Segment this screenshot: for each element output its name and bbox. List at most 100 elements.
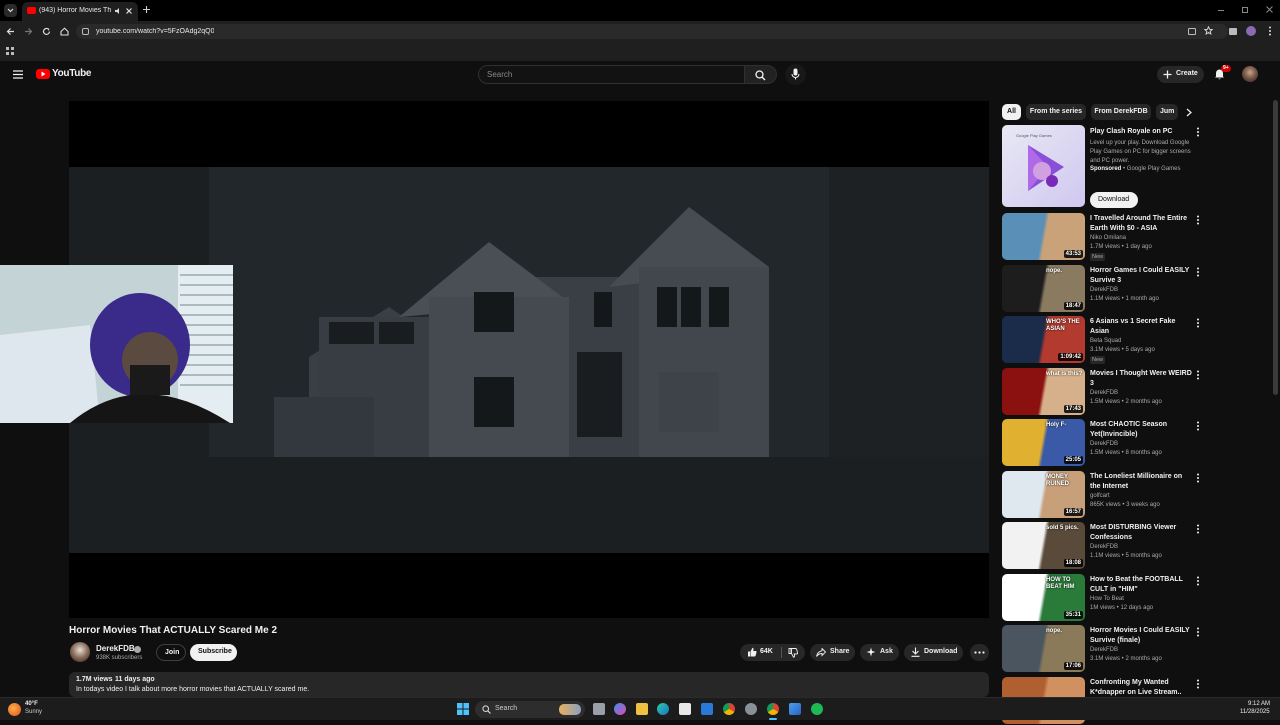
spotify-icon[interactable] xyxy=(811,703,823,715)
notifications-button[interactable]: 9+ xyxy=(1214,65,1231,81)
recommendation-channel[interactable]: golfcart xyxy=(1090,493,1110,499)
copilot-icon[interactable] xyxy=(614,703,626,715)
start-windows-icon[interactable] xyxy=(457,703,469,715)
back-icon[interactable] xyxy=(6,27,15,36)
browser-tab-active[interactable]: (943) Horror Movies That A xyxy=(22,2,138,21)
recommendation-title[interactable]: Horror Movies I Could EASILY Survive (fi… xyxy=(1090,626,1194,646)
chips-next-arrow-icon[interactable] xyxy=(1186,108,1192,117)
mail-icon[interactable] xyxy=(701,703,713,715)
recommendation-title[interactable]: Most CHAOTIC Season Yet(Invincible) xyxy=(1090,420,1194,440)
subscribe-button[interactable]: Subscribe xyxy=(190,644,237,661)
recommendation-channel[interactable]: DerekFDB xyxy=(1090,647,1118,653)
recommendation-channel[interactable]: DerekFDB xyxy=(1090,390,1118,396)
url-text[interactable]: youtube.com/watch?v=5FzOAdg2qQ0 xyxy=(96,28,214,35)
recommendation-thumbnail[interactable]: sold 5 pics. 18:08 xyxy=(1002,522,1085,569)
recommendation-title[interactable]: I Travelled Around The Entire Earth With… xyxy=(1090,214,1194,234)
recommendation-thumbnail[interactable]: what is this? 17:43 xyxy=(1002,368,1085,415)
create-button[interactable]: Create xyxy=(1157,66,1204,83)
more-actions-button[interactable] xyxy=(970,644,989,661)
forward-icon[interactable] xyxy=(24,27,33,36)
recommendation-item[interactable]: WHO'S THE ASIAN 1:09:42 6 Asians vs 1 Secr… xyxy=(1002,316,1202,364)
recommendation-channel[interactable]: DerekFDB xyxy=(1090,287,1118,293)
recommendation-item[interactable]: sold 5 pics. 18:08 Most DISTURBING Viewer … xyxy=(1002,522,1202,570)
channel-name[interactable]: DerekFDB xyxy=(96,644,135,653)
weather-temp[interactable]: 40°F xyxy=(25,701,38,707)
recommendation-item[interactable]: nope. 17:06 Horror Movies I Could EASILY S… xyxy=(1002,625,1202,673)
ad-more-icon[interactable] xyxy=(1195,127,1201,137)
recommendation-title[interactable]: 6 Asians vs 1 Secret Fake Asian xyxy=(1090,317,1194,337)
recommendation-thumbnail[interactable]: nope. 17:06 xyxy=(1002,625,1085,672)
address-bar[interactable]: youtube.com/watch?v=5FzOAdg2qQ0 xyxy=(76,24,1228,39)
chrome-icon[interactable] xyxy=(723,703,735,715)
recommendation-item[interactable]: Holy F- 25:05 Most CHAOTIC Season Yet(Invi… xyxy=(1002,419,1202,467)
recommendation-channel[interactable]: DerekFDB xyxy=(1090,544,1118,550)
site-info-icon[interactable] xyxy=(82,28,89,35)
taskbar-search[interactable]: Search xyxy=(475,701,585,718)
clock-date[interactable]: 11/28/2025 xyxy=(1240,709,1270,715)
weather-icon[interactable] xyxy=(8,703,21,716)
ad-title[interactable]: Play Clash Royale on PC xyxy=(1090,127,1194,137)
sponsored-ad[interactable]: Google Play Games Play Clash Royale on P… xyxy=(1002,125,1202,210)
recommendation-title[interactable]: The Loneliest Millionaire on the Interne… xyxy=(1090,472,1194,492)
recommendation-thumbnail[interactable]: 43:53 xyxy=(1002,213,1085,260)
join-button[interactable]: Join xyxy=(156,644,186,661)
new-tab-icon[interactable] xyxy=(142,5,151,14)
more-vertical-icon[interactable] xyxy=(1195,679,1201,689)
more-vertical-icon[interactable] xyxy=(1195,473,1201,483)
photos-icon[interactable] xyxy=(789,703,801,715)
recommendation-thumbnail[interactable]: nope. 18:47 xyxy=(1002,265,1085,312)
bookmark-star-icon[interactable] xyxy=(1204,26,1213,35)
dislike-button[interactable] xyxy=(783,644,805,661)
tab-search-button[interactable] xyxy=(4,4,17,17)
more-vertical-icon[interactable] xyxy=(1195,318,1201,328)
ad-thumbnail[interactable]: Google Play Games xyxy=(1002,125,1085,207)
recommendation-thumbnail[interactable]: Holy F- 25:05 xyxy=(1002,419,1085,466)
recommendation-title[interactable]: Confronting My Wanted K*dnapper on Live … xyxy=(1090,678,1194,698)
settings-gear-icon[interactable] xyxy=(745,703,757,715)
description-box[interactable]: 1.7M views 11 days ago In todays video I… xyxy=(69,672,989,697)
download-button[interactable]: Download xyxy=(904,644,963,661)
hamburger-menu-icon[interactable] xyxy=(13,70,23,79)
chip-from-derekfdb[interactable]: From DerekFDB xyxy=(1091,104,1151,120)
chip-jump[interactable]: Jum xyxy=(1156,104,1178,120)
recommendation-thumbnail[interactable]: WHO'S THE ASIAN 1:09:42 xyxy=(1002,316,1085,363)
recommendation-title[interactable]: Movies I Thought Were WEIRD 3 xyxy=(1090,369,1194,389)
window-restore-icon[interactable] xyxy=(1242,7,1248,13)
recommendation-title[interactable]: How to Beat the FOOTBALL CULT in "HIM" xyxy=(1090,575,1194,595)
search-button[interactable] xyxy=(745,65,777,84)
chrome-active-icon[interactable] xyxy=(767,703,779,715)
recommendation-channel[interactable]: Niko Omilana xyxy=(1090,235,1126,241)
reload-icon[interactable] xyxy=(42,27,51,36)
share-button[interactable]: Share xyxy=(810,644,855,661)
recommendation-channel[interactable]: Beta Squad xyxy=(1090,338,1121,344)
channel-avatar[interactable] xyxy=(70,642,90,662)
ask-button[interactable]: Ask xyxy=(860,644,899,661)
recommendation-title[interactable]: Most DISTURBING Viewer Confessions xyxy=(1090,523,1194,543)
recommendation-thumbnail[interactable]: HOW TO BEAT HIM 35:31 xyxy=(1002,574,1085,621)
more-vertical-icon[interactable] xyxy=(1195,627,1201,637)
page-scrollbar[interactable] xyxy=(1273,100,1278,395)
speaker-icon[interactable] xyxy=(114,7,122,15)
recommendation-item[interactable]: what is this? 17:43 Movies I Thought Were … xyxy=(1002,368,1202,416)
chip-all[interactable]: All xyxy=(1002,104,1021,120)
more-vertical-icon[interactable] xyxy=(1195,576,1201,586)
like-button[interactable]: 64K xyxy=(740,644,780,661)
browser-menu-icon[interactable] xyxy=(1268,26,1272,36)
apps-grid-icon[interactable] xyxy=(6,47,14,55)
account-avatar[interactable] xyxy=(1242,66,1258,82)
window-minimize-icon[interactable] xyxy=(1218,10,1224,11)
recommendation-item[interactable]: 43:53 I Travelled Around The Entire Earth… xyxy=(1002,213,1202,261)
more-vertical-icon[interactable] xyxy=(1195,524,1201,534)
profile-icon[interactable] xyxy=(1246,26,1256,36)
recommendation-item[interactable]: MONEY RUINED 16:57 The Loneliest Millionai… xyxy=(1002,471,1202,519)
extension-icon[interactable] xyxy=(1229,28,1237,35)
recommendation-channel[interactable]: How To Beat xyxy=(1090,596,1124,602)
recommendation-item[interactable]: HOW TO BEAT HIM 35:31 How to Beat the FOOT… xyxy=(1002,574,1202,622)
more-vertical-icon[interactable] xyxy=(1195,215,1201,225)
more-vertical-icon[interactable] xyxy=(1195,370,1201,380)
recommendation-channel[interactable]: DerekFDB xyxy=(1090,441,1118,447)
clock-time[interactable]: 9:12 AM xyxy=(1248,701,1270,707)
home-icon[interactable] xyxy=(60,27,69,36)
file-explorer-icon[interactable] xyxy=(636,703,648,715)
more-vertical-icon[interactable] xyxy=(1195,421,1201,431)
